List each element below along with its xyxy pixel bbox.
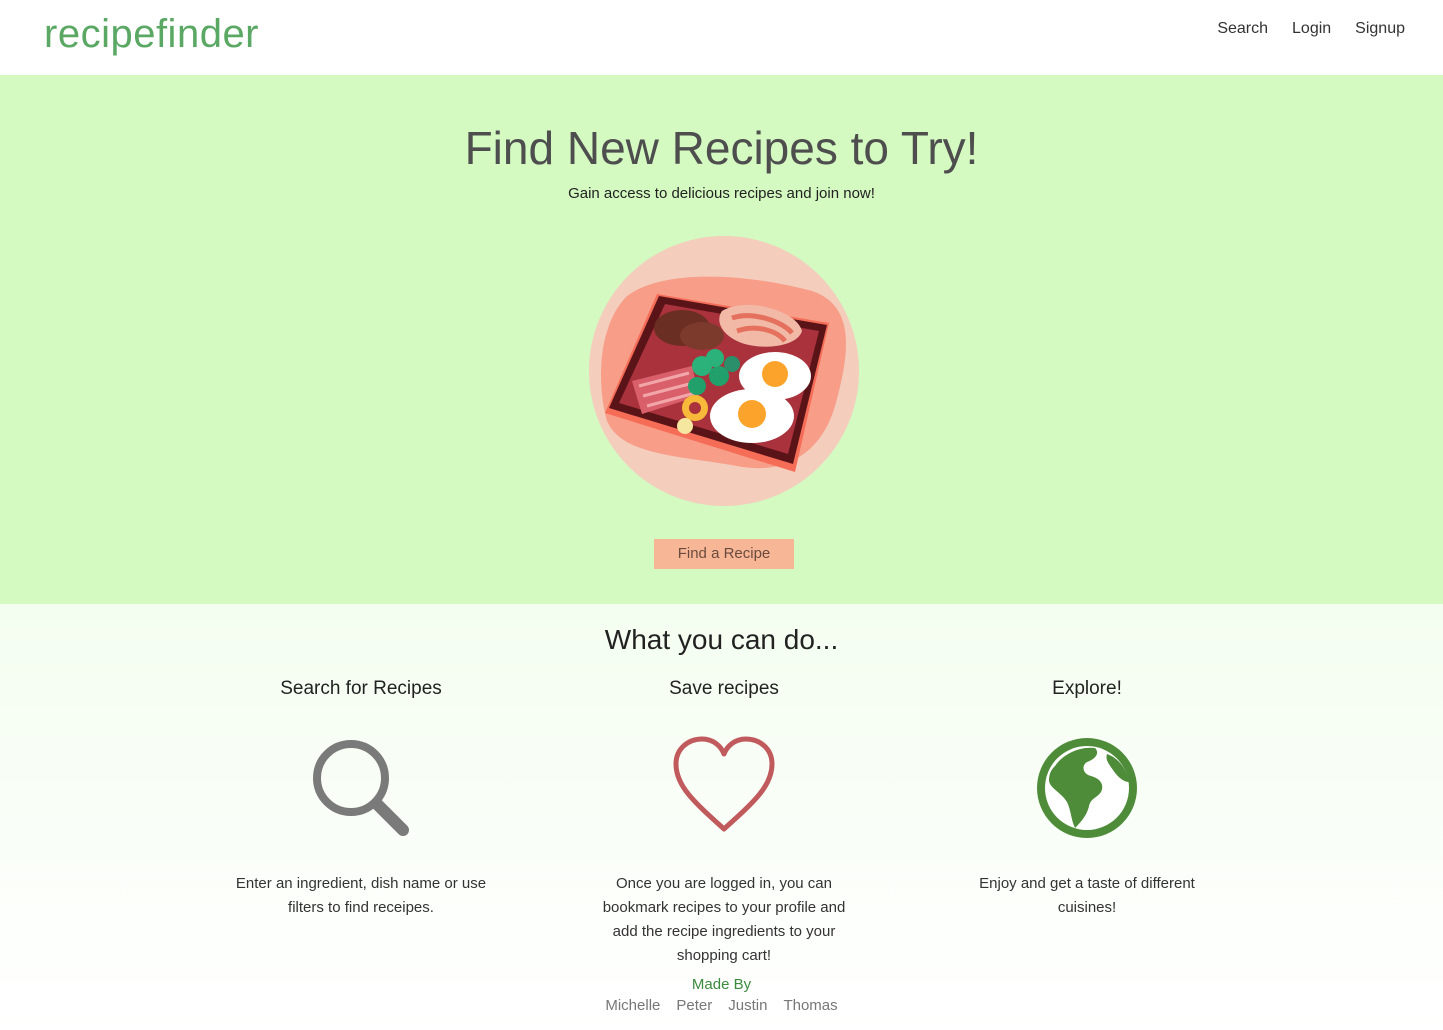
globe-icon — [1037, 738, 1137, 838]
heart-icon — [673, 736, 775, 832]
feature-description: Enjoy and get a taste of different cuisi… — [979, 875, 1195, 916]
feature-title: Search for Recipes — [280, 678, 442, 699]
nav-login-link[interactable]: Login — [1292, 20, 1331, 38]
nav-search-link[interactable]: Search — [1217, 20, 1268, 38]
navbar: recipefinder Search Login Signup — [0, 0, 1443, 75]
hero-section: Find New Recipes to Try! Gain access to … — [0, 75, 1443, 604]
made-by-label: Made By — [691, 976, 752, 993]
hero-subtitle: Gain access to delicious recipes and joi… — [568, 185, 875, 202]
footer: Made By Michelle Peter Justin Thomas — [0, 976, 1443, 1014]
author-name: Thomas — [783, 997, 838, 1014]
nav-links: Search Login Signup — [1217, 20, 1405, 38]
features-title: What you can do... — [604, 624, 839, 655]
author-name: Justin — [728, 997, 768, 1014]
author-name: Peter — [676, 997, 713, 1014]
feature-explore: Explore! Enjoy and get a taste of differ… — [947, 678, 1227, 920]
feature-search: Search for Recipes Enter an ingredient, … — [221, 678, 501, 920]
feature-title: Save recipes — [669, 678, 779, 699]
feature-description: Enter an ingredient, dish name or use fi… — [235, 875, 487, 916]
feature-save: Save recipes Once you are logged in, you… — [584, 678, 864, 968]
feature-title: Explore! — [1052, 678, 1122, 699]
feature-description: Once you are logged in, you can bookmark… — [602, 875, 846, 964]
author-name: Michelle — [605, 997, 661, 1014]
find-recipe-button[interactable]: Find a Recipe — [654, 539, 794, 569]
nav-signup-link[interactable]: Signup — [1355, 20, 1405, 38]
features-section: What you can do... Search for Recipes En… — [0, 604, 1443, 1030]
hero-title: Find New Recipes to Try! — [464, 122, 979, 174]
brand-logo[interactable]: recipefinder — [44, 12, 259, 57]
breakfast-plate-illustration — [589, 236, 859, 506]
magnifier-icon — [313, 740, 409, 836]
authors-list: Michelle Peter Justin Thomas — [0, 997, 1443, 1014]
